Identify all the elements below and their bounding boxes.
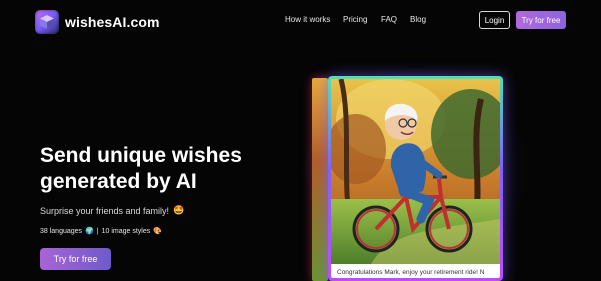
nav-blog[interactable]: Blog (410, 15, 426, 24)
hero-title: Send unique wishes generated by AI (40, 144, 242, 193)
palette-icon: 🎨 (153, 228, 162, 235)
wish-card: Congratulations Mark, enjoy your retirem… (328, 76, 503, 281)
hero-stats: 38 languages 🌍 | 10 image styles 🎨 (40, 227, 162, 236)
background-card (312, 78, 328, 281)
cube-logo-icon (35, 10, 59, 34)
site-header: wishesAI.com How it works Pricing FAQ Bl… (0, 0, 601, 42)
brand-logo[interactable]: wishesAI.com (35, 10, 160, 34)
stats-separator: | (96, 227, 99, 235)
brand-name: wishesAI.com (65, 14, 160, 30)
hero-subtitle-text: Surprise your friends and family! (40, 205, 170, 216)
wish-card-body: Congratulations Mark, enjoy your retirem… (331, 79, 500, 278)
try-for-free-header-button[interactable]: Try for free (516, 11, 566, 29)
languages-count: 38 languages (40, 227, 83, 235)
nav-how-it-works[interactable]: How it works (285, 15, 330, 24)
try-for-free-hero-button[interactable]: Try for free (40, 248, 111, 270)
elderly-man-on-bicycle-illustration (331, 79, 500, 264)
login-button[interactable]: Login (479, 11, 510, 29)
image-styles-count: 10 image styles (101, 227, 151, 235)
wish-card-caption: Congratulations Mark, enjoy your retirem… (337, 269, 485, 276)
nav-faq[interactable]: FAQ (381, 15, 397, 24)
star-struck-emoji-icon: 🤩 (173, 205, 185, 215)
nav-pricing[interactable]: Pricing (343, 15, 367, 24)
hero-subtitle: Surprise your friends and family! 🤩 (40, 205, 184, 216)
globe-icon: 🌍 (85, 228, 94, 235)
